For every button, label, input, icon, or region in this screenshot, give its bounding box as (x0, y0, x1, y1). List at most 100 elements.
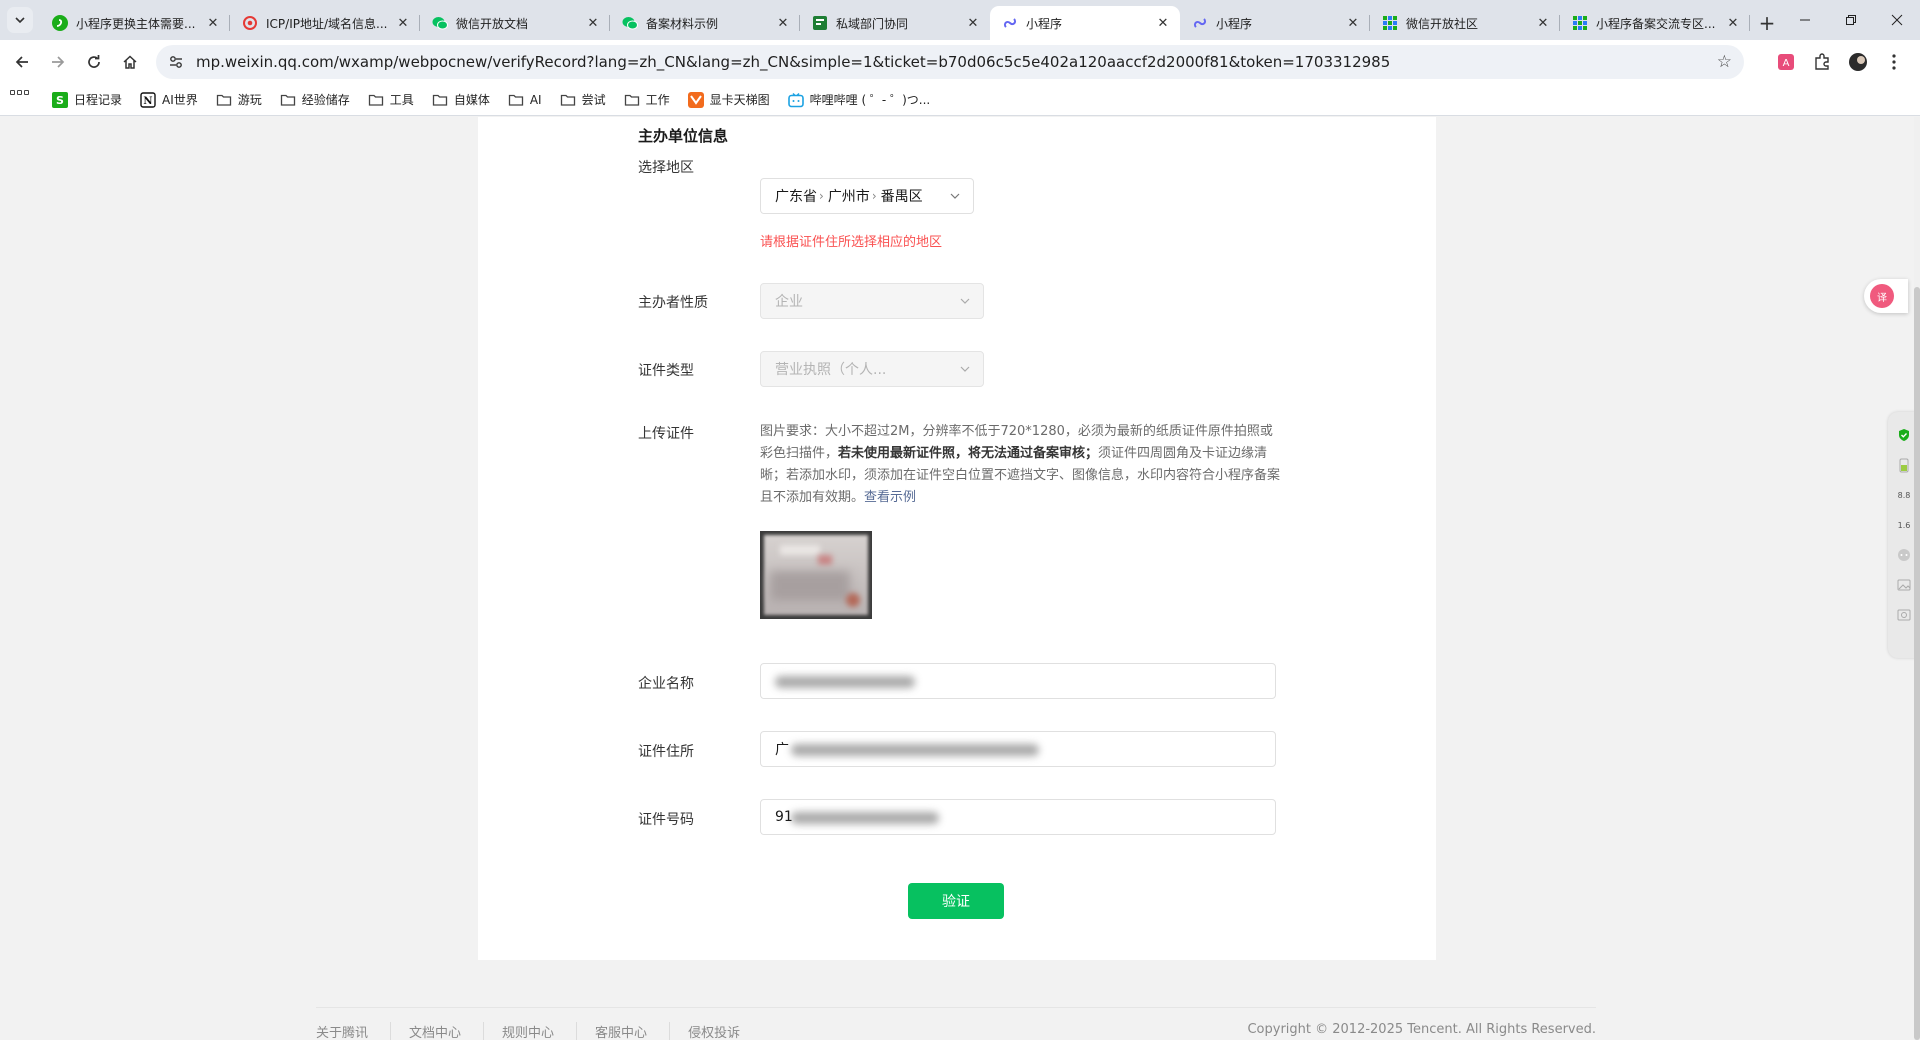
folder-icon (216, 92, 232, 108)
bookmark-item[interactable]: N AI世界 (140, 91, 198, 108)
footer-link[interactable]: 客服中心 (595, 1022, 671, 1040)
cert-number-value: 91 (775, 809, 793, 825)
bookmark-folder[interactable]: 经验储存 (280, 91, 350, 108)
close-icon[interactable]: ✕ (1344, 14, 1362, 32)
home-icon[interactable] (112, 44, 148, 80)
copyright: Copyright © 2012-2025 Tencent. All Right… (1247, 1022, 1596, 1037)
company-name-input[interactable] (760, 663, 1276, 699)
reload-icon[interactable] (76, 44, 112, 80)
nature-label: 主办者性质 (638, 295, 708, 311)
bookmark-label: 哔哩哔哩 ( ゜- ゜)つ... (809, 93, 931, 107)
bookmark-star-icon[interactable]: ☆ (1717, 52, 1732, 72)
close-icon[interactable]: ✕ (394, 14, 412, 32)
wechat-icon (622, 15, 638, 31)
region-select[interactable]: 广东省 › 广州市 › 番禺区 (760, 178, 974, 214)
bookmark-folder[interactable]: 工作 (624, 91, 670, 108)
close-icon[interactable]: ✕ (774, 14, 792, 32)
icp-red-icon (242, 15, 258, 31)
download-speed: 1.6 (1897, 520, 1911, 530)
browser-toolbar: mp.weixin.qq.com/wxamp/webpocnew/verifyR… (0, 40, 1920, 84)
cert-address-value: 广 (775, 742, 789, 758)
folder-icon (508, 92, 524, 108)
back-arrow-icon[interactable] (4, 44, 40, 80)
tab[interactable]: 小程序 ✕ (1180, 6, 1370, 40)
tab-active[interactable]: 小程序 ✕ (990, 6, 1180, 40)
image-icon[interactable] (1894, 575, 1914, 595)
mini-program-green-icon (52, 15, 68, 31)
wechat-icon (432, 15, 448, 31)
tab-title: 小程序更换主体需要... (76, 16, 196, 31)
close-icon[interactable]: ✕ (1724, 14, 1742, 32)
close-window-icon[interactable] (1874, 0, 1920, 40)
chevron-right-icon: › (871, 189, 877, 203)
close-icon[interactable]: ✕ (204, 14, 222, 32)
tab[interactable]: 小程序备案交流专区... ✕ (1560, 6, 1750, 40)
bookmark-folder[interactable]: 尝试 (560, 91, 606, 108)
profile-avatar-icon[interactable] (1840, 44, 1876, 80)
nature-value: 企业 (775, 294, 803, 310)
screenshot-icon[interactable] (1894, 605, 1914, 625)
page-scrollbar[interactable] (1914, 117, 1920, 1040)
footer-link[interactable]: 规则中心 (502, 1022, 578, 1040)
orange-fox-icon (687, 91, 704, 108)
tab[interactable]: 微信开放文档 ✕ (420, 6, 610, 40)
bookmark-folder[interactable]: 游玩 (216, 91, 262, 108)
translate-floating-button[interactable]: 译 (1864, 279, 1908, 313)
bookmark-label: 尝试 (581, 93, 606, 107)
minimize-icon[interactable] (1782, 0, 1828, 40)
city-value: 广州市 (827, 189, 870, 205)
tab[interactable]: 备案材料示例 ✕ (610, 6, 800, 40)
bookmark-folder[interactable]: 自媒体 (432, 91, 490, 108)
bookmark-label: 自媒体 (453, 93, 490, 107)
tab[interactable]: ICP/IP地址/域名信息... ✕ (230, 6, 420, 40)
tab[interactable]: 小程序更换主体需要... ✕ (40, 6, 230, 40)
bookmark-item[interactable]: 哔哩哔哩 ( ゜- ゜)つ... (787, 91, 931, 108)
close-icon[interactable]: ✕ (1534, 14, 1552, 32)
url-text[interactable]: mp.weixin.qq.com/wxamp/webpocnew/verifyR… (196, 53, 1717, 71)
apps-grid-icon[interactable] (10, 89, 30, 110)
region-label: 选择地区 (638, 160, 694, 176)
close-icon[interactable]: ✕ (1154, 14, 1172, 32)
cert-number-input[interactable]: 91 (760, 799, 1276, 835)
chevron-down-icon[interactable] (7, 7, 33, 33)
bookmark-item[interactable]: S 日程记录 (52, 91, 122, 108)
bookmark-label: AI世界 (162, 93, 198, 107)
address-bar[interactable]: mp.weixin.qq.com/wxamp/webpocnew/verifyR… (156, 45, 1744, 79)
doc-green-icon (812, 15, 828, 31)
footer-link[interactable]: 文档中心 (409, 1022, 485, 1040)
forward-arrow-icon[interactable] (40, 44, 76, 80)
close-icon[interactable]: ✕ (964, 14, 982, 32)
tab[interactable]: 微信开放社区 ✕ (1370, 6, 1560, 40)
folder-icon (624, 92, 640, 108)
bookmark-item[interactable]: 显卡天梯图 (687, 91, 770, 108)
bookmark-folder[interactable]: 工具 (368, 91, 414, 108)
translate-extension-icon[interactable]: A (1768, 44, 1804, 80)
bookmark-label: 工具 (389, 93, 414, 107)
community-icon (1572, 15, 1588, 31)
scrollbar-thumb[interactable] (1914, 287, 1920, 1040)
footer-link[interactable]: 关于腾讯 (316, 1022, 392, 1040)
restore-icon[interactable] (1828, 0, 1874, 40)
chevron-down-icon (959, 295, 971, 311)
tab-title: 小程序 (1026, 16, 1063, 31)
tab[interactable]: 私域部门协同 ✕ (800, 6, 990, 40)
tab-title: ICP/IP地址/域名信息... (266, 16, 388, 31)
uploaded-certificate-thumbnail[interactable] (760, 531, 872, 619)
folder-icon (560, 92, 576, 108)
view-example-link[interactable]: 查看示例 (864, 490, 916, 505)
cert-address-input[interactable]: 广 (760, 731, 1276, 767)
footer-link[interactable]: 侵权投诉 (688, 1022, 762, 1040)
redacted-text (791, 812, 939, 824)
verify-button[interactable]: 验证 (908, 883, 1004, 919)
extensions-puzzle-icon[interactable] (1804, 44, 1840, 80)
tab-title: 私域部门协同 (836, 16, 909, 31)
close-icon[interactable]: ✕ (584, 14, 602, 32)
chat-bubble-icon[interactable] (1894, 545, 1914, 565)
tab-search[interactable] (0, 0, 40, 40)
bookmark-folder[interactable]: AI (508, 92, 542, 108)
redacted-text (791, 744, 1039, 756)
shield-check-icon[interactable] (1894, 425, 1914, 445)
more-menu-icon[interactable] (1876, 44, 1912, 80)
site-info-icon[interactable] (168, 54, 186, 70)
new-tab-button[interactable]: + (1750, 6, 1784, 40)
